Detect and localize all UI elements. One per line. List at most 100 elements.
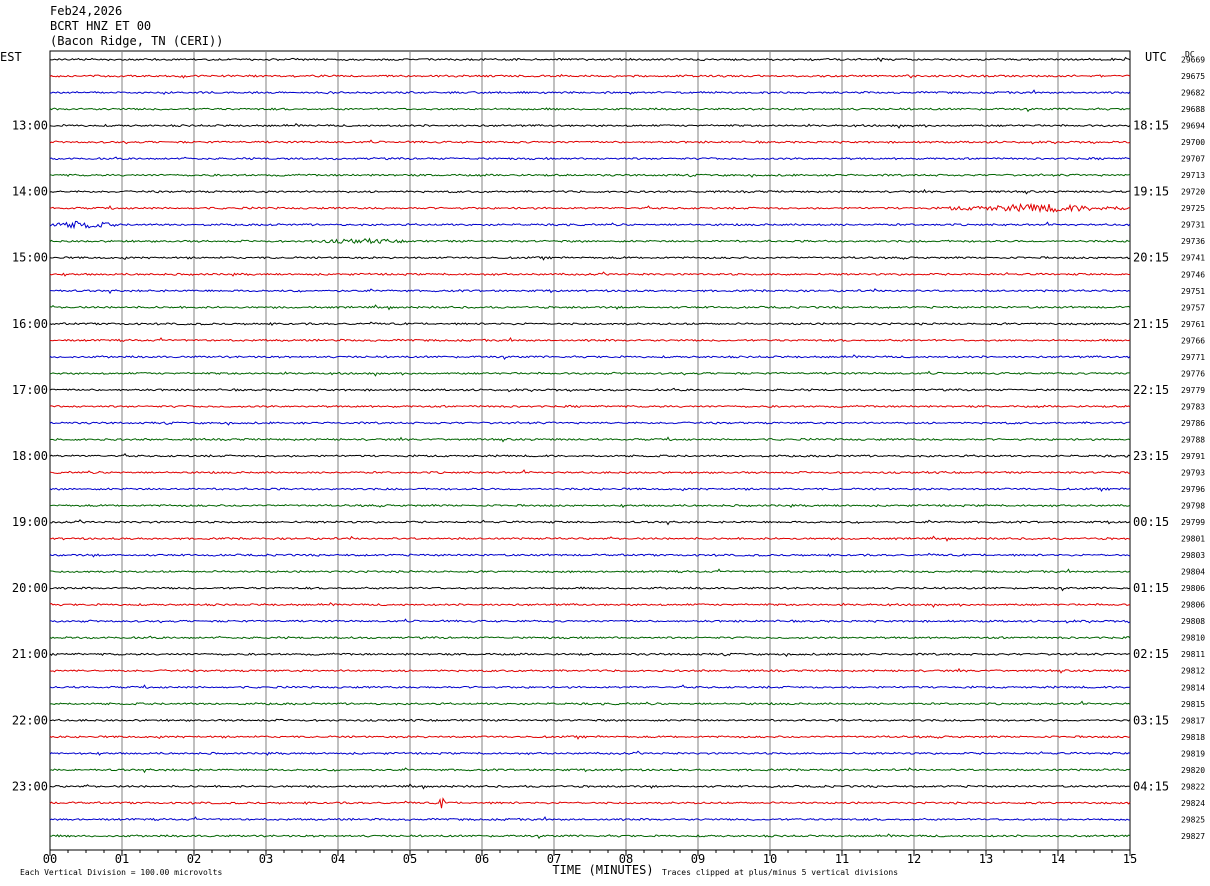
hour-label-est: 19:00 [12,515,48,529]
hour-label-est: 23:00 [12,779,48,793]
dc-value: 29783 [1181,402,1205,411]
trace-line [49,139,1131,145]
dc-value: 29820 [1181,766,1205,775]
hour-label-utc: 21:15 [1133,317,1169,331]
x-tick-label: 15 [1123,852,1137,866]
hour-label-utc: 02:15 [1133,647,1169,661]
trace-line [49,684,1131,689]
hour-label-est: 16:00 [12,317,48,331]
dc-value: 29713 [1181,171,1205,180]
trace-line [49,618,1131,624]
x-tick-label: 09 [691,852,705,866]
hour-label-utc: 20:15 [1133,251,1169,265]
x-tick-label: 14 [1051,852,1065,866]
x-tick-label: 03 [259,852,273,866]
dc-value: 29808 [1181,617,1205,626]
trace-line [49,602,1131,608]
trace-line [49,718,1131,723]
dc-value: 29815 [1181,700,1205,709]
trace-line [49,370,1131,377]
dc-value: 29814 [1181,683,1205,692]
dc-value: 29818 [1181,733,1205,742]
trace-line [49,833,1131,840]
trace-line [49,750,1131,756]
trace-line [49,767,1131,774]
dc-value: 29806 [1181,601,1205,610]
dc-value: 29822 [1181,782,1205,791]
trace-line [49,387,1131,393]
trace-line [49,453,1131,458]
x-tick-label: 01 [115,852,129,866]
dc-value: 29819 [1181,749,1205,758]
trace-line [49,783,1131,790]
hour-label-utc: 03:15 [1133,713,1169,727]
hour-label-est: 14:00 [12,185,48,199]
trace-line [49,652,1131,658]
dc-value: 29791 [1181,452,1205,461]
trace-line [49,436,1131,443]
dc-value: 29725 [1181,204,1205,213]
dc-value: 29827 [1181,832,1205,841]
hour-label-utc: 23:15 [1133,449,1169,463]
trace-line [49,667,1131,674]
dc-value: 29694 [1181,122,1205,131]
dc-value: 29799 [1181,518,1205,527]
dc-value: 29788 [1181,435,1205,444]
utc-label: UTC [1145,50,1167,64]
dc-value: 29793 [1181,469,1205,478]
hour-label-utc: 22:15 [1133,383,1169,397]
hour-label-utc: 01:15 [1133,581,1169,595]
x-tick-label: 04 [331,852,345,866]
trace-line [49,107,1131,113]
dc-value: 29817 [1181,716,1205,725]
trace-line [49,487,1131,493]
dc-value: 29682 [1181,89,1205,98]
trace-line [49,421,1131,426]
trace-line [49,586,1131,592]
scale-note: Each Vertical Division = 100.00 microvol… [20,868,222,877]
dc-label: DC [1185,50,1195,59]
trace-line [49,173,1131,178]
trace-line [49,237,1131,245]
x-tick-label: 13 [979,852,993,866]
trace-line [49,304,1131,311]
trace-line [49,797,1131,809]
dc-value: 29757 [1181,303,1205,312]
x-tick-label: 00 [43,852,57,866]
trace-line [49,123,1131,129]
plot-frame [49,50,1131,851]
hour-label-utc: 18:15 [1133,119,1169,133]
dc-value: 29812 [1181,667,1205,676]
hour-label-est: 15:00 [12,251,48,265]
dc-value: 29731 [1181,221,1205,230]
dc-value: 29803 [1181,551,1205,560]
est-label: EST [0,50,22,64]
dc-value: 29761 [1181,320,1205,329]
trace-line [49,337,1131,342]
trace-line [49,568,1131,574]
x-tick-label: 11 [835,852,849,866]
x-tick-label: 06 [475,852,489,866]
hour-label-utc: 19:15 [1133,185,1169,199]
x-tick-label: 12 [907,852,921,866]
x-tick-label: 10 [763,852,777,866]
dc-value: 29736 [1181,237,1205,246]
trace-line [49,188,1131,195]
dc-value: 29707 [1181,155,1205,164]
trace-line [49,519,1131,526]
trace-line [49,271,1131,277]
trace-line [49,220,1131,230]
dc-value: 29806 [1181,584,1205,593]
x-axis-label: TIME (MINUTES) [552,863,653,877]
dc-value: 29811 [1181,650,1205,659]
hour-label-est: 22:00 [12,713,48,727]
trace-line [49,635,1131,640]
dc-value: 29824 [1181,799,1205,808]
trace-line [49,552,1131,558]
dc-value: 29741 [1181,254,1205,263]
x-tick-label: 02 [187,852,201,866]
dc-value: 29751 [1181,287,1205,296]
trace-line [49,73,1131,79]
dc-value: 29786 [1181,419,1205,428]
trace-line [49,354,1131,361]
